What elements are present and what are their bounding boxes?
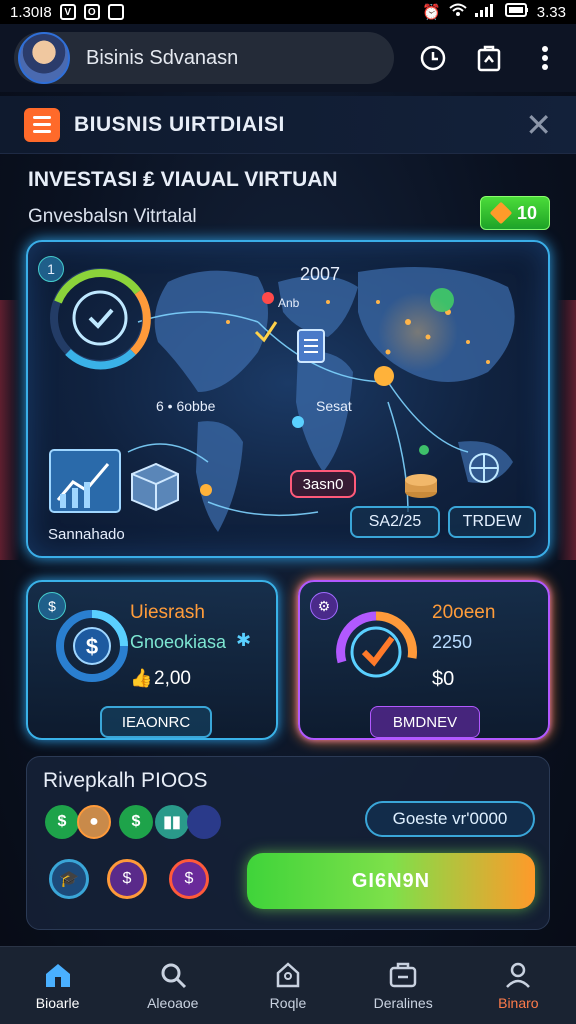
signal-icon	[474, 3, 497, 21]
primary-action-button[interactable]: GI6N9N	[247, 853, 535, 909]
page-header: BIUSNIS UIRTDIAISI ✕	[0, 96, 576, 154]
dollar-coin-icon: $	[119, 805, 153, 839]
investment-card-left[interactable]: $ $ Uiesrash Gnoeokiasa ✱ 👍 2,00 IEAONRC	[26, 580, 278, 740]
wallet-icon[interactable]	[474, 43, 504, 73]
map-tag-red[interactable]: 3asn0	[290, 470, 356, 498]
menu-icon[interactable]	[24, 107, 60, 142]
nav-label: Aleoaoe	[147, 994, 199, 1011]
status-time: 1.30I8	[10, 3, 52, 21]
battery-icon	[504, 3, 529, 21]
world-map-panel[interactable]: 1 2007 Anb 6 • 6obbe Sesat Sannahado 3as…	[26, 240, 550, 558]
bar-coin-icon: ▮▮	[155, 805, 189, 839]
house-outline-icon	[276, 961, 300, 987]
status-bar: 1.30I8 V O ⏰ 3.33	[0, 0, 576, 24]
search-icon	[161, 963, 186, 988]
card-action-button[interactable]: IEAONRC	[100, 706, 212, 738]
coin-icon	[187, 805, 221, 839]
nav-label: Deralines	[373, 994, 433, 1011]
decorative-glow	[556, 300, 576, 560]
status-clock: 3.33	[536, 3, 566, 21]
home-icon	[45, 963, 70, 987]
nav-item-details[interactable]: Deralines	[348, 961, 458, 1011]
dollar-coin-icon: $	[45, 805, 79, 839]
dollar-icon[interactable]: $	[107, 859, 147, 899]
nav-label: Binaro	[498, 994, 539, 1011]
map-region-label: 6 • 6obbe	[156, 398, 216, 414]
status-notification-icon	[107, 4, 124, 20]
sparkle-icon: ✱	[236, 630, 252, 650]
section-title: INVESTASI ₤ VIAUAL VIRTUAN	[28, 168, 338, 191]
page-title: BIUSNIS UIRTDIAISI	[74, 112, 285, 136]
nav-item-home[interactable]: Bioarle	[3, 961, 113, 1011]
decorative-glow	[0, 300, 20, 560]
nav-item-people[interactable]: Roqle	[233, 961, 343, 1011]
thumbs-up-icon: 👍	[130, 668, 153, 688]
map-region-label: Sesat	[316, 398, 352, 414]
date-pill[interactable]: SA2/25	[350, 506, 440, 538]
avatar[interactable]	[18, 32, 70, 84]
points-badge-value: 10	[516, 202, 538, 223]
top-bar: Bisinis Sdvanasn	[0, 24, 576, 92]
performance-gauge	[50, 268, 151, 370]
more-options-icon[interactable]	[530, 43, 560, 73]
nav-label: Roqle	[269, 994, 307, 1011]
trend-pill[interactable]: TRDEW	[448, 506, 536, 538]
diamond-icon	[489, 201, 513, 225]
card-subtitle: Gnoeokiasa	[130, 632, 227, 652]
coin-stack-icon	[405, 474, 437, 498]
briefcase-icon	[389, 962, 417, 987]
rewards-title: Rivepkalh PIOOS	[43, 769, 208, 792]
status-notification-icon: O	[83, 4, 100, 20]
map-year-label: 2007	[300, 264, 341, 284]
character-coin-icon: ●	[77, 805, 111, 839]
svg-text:$: $	[86, 634, 98, 659]
map-city-label: Anb	[278, 296, 300, 310]
nav-item-search[interactable]: Aleoaoe	[118, 961, 228, 1011]
card-title: 20oeen	[432, 602, 496, 623]
graduation-icon[interactable]: 🎓	[49, 859, 89, 899]
card-subtitle: 2250	[432, 632, 473, 652]
document-icon	[297, 329, 325, 363]
alarm-icon: ⏰	[422, 4, 441, 21]
points-badge[interactable]: 10	[480, 196, 550, 230]
account-name: Bisinis Sdvanasn	[86, 46, 239, 69]
growth-chart-icon	[49, 449, 121, 513]
rewards-panel: Rivepkalh PIOOS $ ● $ ▮▮ 🎓 $ $ Goeste vr…	[26, 756, 550, 930]
dollar-coin-icon: $	[56, 610, 128, 682]
card-title: Uiesrash	[130, 602, 205, 623]
nav-label: Bioarle	[35, 994, 80, 1011]
nav-item-profile[interactable]: Binaro	[463, 961, 573, 1011]
card-action-button[interactable]: BMDNEV	[370, 706, 480, 738]
section-subtitle: Gnvesbalsn Vitrtalal	[28, 206, 197, 227]
status-notification-icon: V	[59, 4, 76, 20]
history-icon[interactable]	[418, 43, 448, 73]
close-icon[interactable]: ✕	[525, 106, 552, 144]
stats-label: Sannahado	[48, 526, 125, 543]
investment-card-right[interactable]: ⚙ 20oeen 2250 $0 BMDNEV	[298, 580, 550, 740]
card-value: $0	[432, 668, 455, 690]
info-pin[interactable]: 1	[38, 256, 64, 282]
globe-icon	[469, 453, 499, 483]
package-icon	[131, 462, 179, 512]
card-value: 2,00	[154, 668, 191, 689]
progress-gauge-icon	[336, 611, 417, 678]
bottom-navigation: Bioarle Aleoaoe Roqle Deralines Binaro	[0, 946, 576, 1024]
account-search-bar[interactable]: Bisinis Sdvanasn	[14, 32, 394, 84]
wifi-icon	[449, 3, 467, 21]
dollar-icon[interactable]: $	[169, 859, 209, 899]
goal-button[interactable]: Goeste vr'0000	[365, 801, 535, 837]
user-icon	[506, 962, 531, 988]
